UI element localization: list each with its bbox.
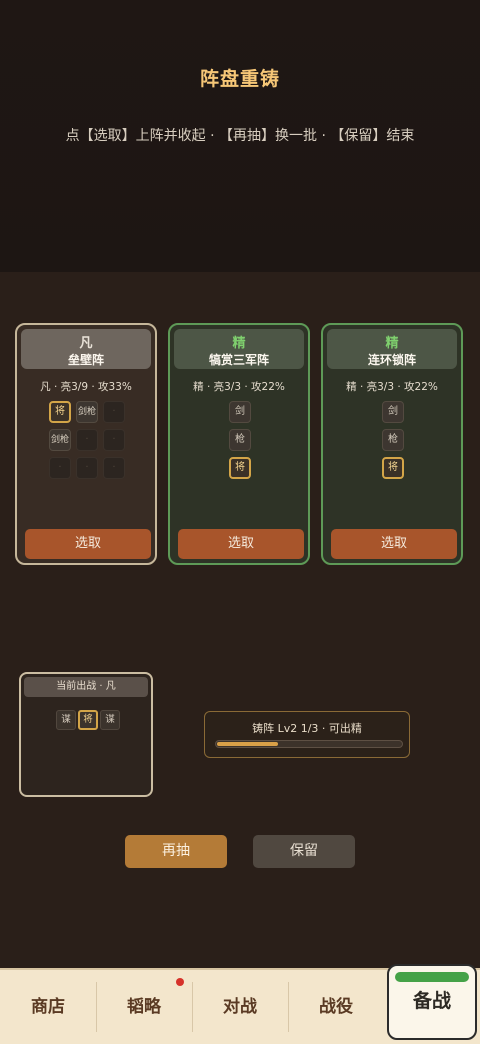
formation-slot: 将 [229, 457, 251, 479]
formation-slot: · [103, 429, 125, 451]
formation-slot: 剑 [229, 401, 251, 423]
formation-slot: 剑枪 [76, 401, 98, 423]
card-stats: 精 · 亮3/3 · 攻22% [346, 381, 438, 393]
card-header: 精 连环锁阵 [327, 329, 457, 369]
card-grade: 精 [385, 336, 399, 351]
formation-slot: 将 [382, 457, 404, 479]
card-grade: 凡 [79, 336, 93, 351]
card-stats: 凡 · 亮3/9 · 攻33% [40, 381, 132, 393]
nav-battle[interactable]: 对战 [192, 970, 288, 1044]
card-header: 凡 垒壁阵 [21, 329, 151, 369]
formation-slot: 剑 [382, 401, 404, 423]
bottom-nav: 商店 韬略 对战 战役 备战 [0, 964, 480, 1044]
current-formation-panel: 当前出战 · 凡 谋 将 谋 [19, 672, 153, 797]
nav-shop[interactable]: 商店 [0, 970, 96, 1044]
redraw-button[interactable]: 再抽 [125, 835, 227, 868]
forge-progress-panel: 铸阵 Lv2 1/3 · 可出精 [204, 711, 410, 758]
formation-slot: 枪 [229, 429, 251, 451]
formation-slot: 剑枪 [49, 429, 71, 451]
formation-slot: · [103, 401, 125, 423]
page-title: 阵盘重铸 [199, 68, 280, 90]
formation-slot: 将 [78, 710, 98, 730]
current-formation-label: 当前出战 · 凡 [24, 677, 148, 697]
formation-slot: 谋 [56, 710, 76, 730]
formation-card-1[interactable]: 精 犒赏三军阵 精 · 亮3/3 · 攻22% 剑 枪 将 选取 [168, 323, 310, 565]
card-name: 连环锁阵 [367, 353, 416, 367]
instruction-text: 点【选取】上阵并收起 · 【再抽】换一批 · 【保留】结束 [65, 128, 415, 144]
notification-dot [176, 978, 184, 986]
formation-slot: · [76, 457, 98, 479]
nav-prepare[interactable]: 备战 [387, 964, 477, 1040]
formation-slot: · [76, 429, 98, 451]
select-button[interactable]: 选取 [331, 529, 457, 559]
nav-prepare-label: 备战 [412, 990, 451, 1012]
forge-progress-fill [217, 742, 278, 746]
forge-progress-bar [215, 740, 403, 748]
formation-slot: 将 [49, 401, 71, 423]
formation-slot: 枪 [382, 429, 404, 451]
nav-campaign[interactable]: 战役 [288, 970, 384, 1044]
active-indicator [395, 972, 469, 982]
select-button[interactable]: 选取 [178, 529, 304, 559]
formation-card-0[interactable]: 凡 垒壁阵 凡 · 亮3/9 · 攻33% 将 剑枪 · 剑枪 · · · · … [15, 323, 157, 565]
card-header: 精 犒赏三军阵 [174, 329, 304, 369]
card-name: 犒赏三军阵 [208, 353, 269, 367]
card-name: 垒壁阵 [67, 353, 104, 367]
formation-slot: 谋 [100, 710, 120, 730]
formation-slot: · [49, 457, 71, 479]
formation-card-2[interactable]: 精 连环锁阵 精 · 亮3/3 · 攻22% 剑 枪 将 选取 [321, 323, 463, 565]
forge-label: 铸阵 Lv2 1/3 · 可出精 [252, 722, 362, 735]
formation-slot: · [103, 457, 125, 479]
select-button[interactable]: 选取 [25, 529, 151, 559]
card-grade: 精 [232, 336, 246, 351]
header-area: 阵盘重铸 点【选取】上阵并收起 · 【再抽】换一批 · 【保留】结束 [0, 0, 480, 272]
keep-button[interactable]: 保留 [253, 835, 355, 868]
card-stats: 精 · 亮3/3 · 攻22% [193, 381, 285, 393]
